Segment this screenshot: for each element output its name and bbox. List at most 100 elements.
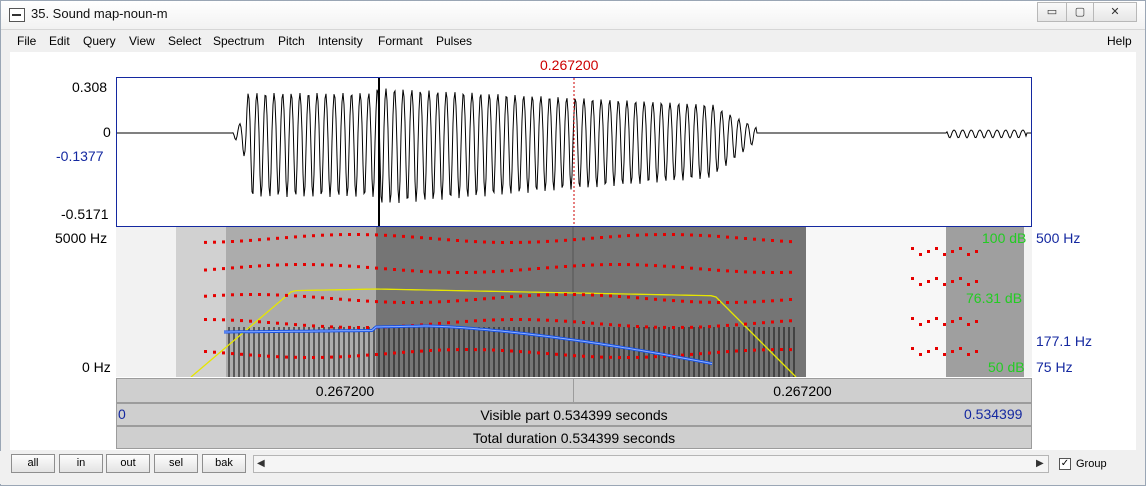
spectrogram-striation [333, 327, 335, 377]
formant-point [312, 356, 315, 359]
zoom-selection-button[interactable]: sel [154, 454, 198, 473]
formant-point [483, 270, 486, 274]
menu-view[interactable]: View [129, 34, 155, 48]
menu-intensity[interactable]: Intensity [318, 34, 363, 48]
formant-point [474, 348, 477, 352]
menu-pulses[interactable]: Pulses [436, 34, 472, 48]
formant-point [330, 233, 333, 237]
formant-point [927, 250, 930, 253]
spectrogram-striation [553, 327, 555, 377]
menu-formant[interactable]: Formant [378, 34, 423, 48]
zoom-out-button[interactable]: out [106, 454, 150, 473]
formant-point [555, 352, 558, 356]
spectrogram-striation [348, 327, 350, 377]
spectrogram-striation [513, 327, 515, 377]
formant-point [967, 323, 970, 326]
spectrogram-striation [588, 327, 590, 377]
formant-point [267, 237, 270, 241]
formant-point [681, 299, 684, 303]
spectrogram-panel[interactable] [116, 227, 1032, 377]
spectrogram-striation [318, 327, 320, 377]
spectrogram-striation [583, 327, 585, 377]
formant-point [465, 239, 468, 243]
segment-right-bar[interactable]: 0.267200 [573, 378, 1032, 403]
formant-point [321, 355, 324, 359]
spectrogram-striation [618, 327, 620, 377]
formant-point [663, 298, 666, 302]
formant-point [366, 353, 369, 357]
spectrogram-striation [688, 327, 690, 377]
formant-point [456, 271, 459, 274]
formant-point [393, 351, 396, 355]
formant-point [935, 317, 938, 320]
formant-point [222, 351, 225, 355]
formant-point [204, 294, 207, 298]
spectrogram-striation [328, 327, 330, 377]
menu-query[interactable]: Query [83, 34, 116, 48]
formant-point [919, 283, 922, 286]
total-duration-bar[interactable]: Total duration 0.534399 seconds [116, 426, 1032, 449]
formant-point [789, 319, 792, 323]
zoom-in-button[interactable]: in [59, 454, 103, 473]
formant-point [708, 268, 711, 272]
formant-point [222, 267, 225, 271]
group-checkbox[interactable]: ✓ [1059, 458, 1071, 470]
formant-point [618, 356, 621, 359]
minimize-button[interactable]: ▭ [1037, 2, 1067, 22]
scroll-left-icon[interactable]: ◀ [257, 458, 265, 469]
menu-spectrum[interactable]: Spectrum [213, 34, 264, 48]
formant-point [537, 293, 540, 297]
spectrogram-striation [443, 327, 445, 377]
waveform-plot [117, 78, 1031, 226]
waveform-panel[interactable] [116, 77, 1032, 227]
formant-point [240, 319, 243, 323]
menu-file[interactable]: File [17, 34, 36, 48]
formant-point [927, 320, 930, 323]
formant-point [474, 298, 477, 301]
formant-point [483, 297, 486, 301]
zoom-all-button[interactable]: all [11, 454, 55, 473]
zoom-back-button[interactable]: bak [202, 454, 246, 473]
spectrogram-striation [498, 327, 500, 377]
formant-point [204, 350, 207, 353]
close-button[interactable]: ✕ [1093, 2, 1137, 22]
menu-help[interactable]: Help [1107, 34, 1132, 48]
formant-point [348, 298, 351, 302]
visible-part-bar[interactable]: Visible part 0.534399 seconds [116, 403, 1032, 426]
formant-point [366, 233, 369, 237]
formant-point [420, 236, 423, 240]
spectrogram-striation [353, 327, 355, 377]
formant-point [690, 233, 693, 237]
formant-point [276, 263, 279, 267]
spectrogram-striation [548, 327, 550, 377]
segment-left-bar[interactable]: 0.267200 [116, 378, 574, 403]
formant-point [222, 318, 225, 322]
spectrogram-striation [398, 327, 400, 377]
formant-point [762, 238, 765, 242]
formant-point [951, 320, 954, 323]
formant-point [789, 348, 792, 352]
menu-select[interactable]: Select [168, 34, 201, 48]
formant-point [249, 319, 252, 323]
spectrogram-striation [768, 327, 770, 377]
maximize-button[interactable]: ▢ [1066, 2, 1094, 22]
formant-point [231, 266, 234, 270]
menu-pitch[interactable]: Pitch [278, 34, 305, 48]
spectrogram-striation [233, 327, 235, 377]
formant-point [735, 349, 738, 353]
menu-edit[interactable]: Edit [49, 34, 70, 48]
formant-point [501, 318, 504, 322]
formant-point [609, 355, 612, 359]
formant-point [762, 321, 765, 325]
formant-point [357, 265, 360, 269]
formant-point [267, 354, 270, 358]
spectrogram-striation [248, 327, 250, 377]
formant-point [663, 233, 666, 236]
formant-point [366, 326, 369, 329]
formant-point [213, 294, 216, 298]
spectrogram-striation [268, 327, 270, 377]
formant-point [447, 238, 450, 242]
segment-left-label: 0.267200 [315, 383, 375, 399]
scroll-right-icon[interactable]: ▶ [1036, 458, 1044, 469]
time-scrollbar[interactable]: ◀ ▶ [253, 455, 1049, 473]
